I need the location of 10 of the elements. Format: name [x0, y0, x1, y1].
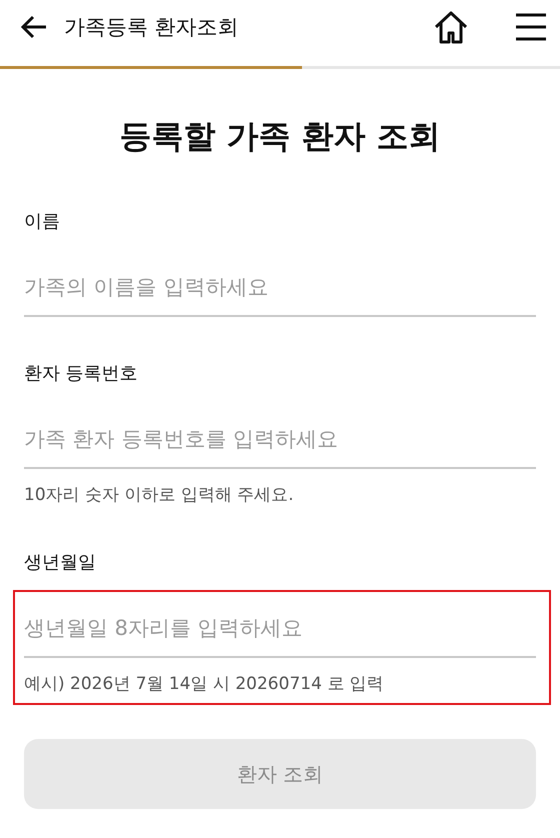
input-field[interactable]: 가족 환자 등록번호를 입력하세요: [24, 417, 536, 469]
heading: 등록할 가족 환자 조회: [118, 116, 442, 157]
field-label: 이름: [24, 210, 61, 233]
field-label: 생년월일: [24, 551, 97, 574]
page-title: 가족등록 환자조회: [64, 14, 240, 41]
field-label: 환자 등록번호: [24, 362, 139, 385]
hint-text: 10자리 숫자 이하로 입력해 주세요.: [24, 484, 295, 506]
input-field[interactable]: 생년월일 8자리를 입력하세요: [24, 606, 536, 658]
hint-text: 예시) 2026년 7월 14일 시 20260714 로 입력: [24, 673, 385, 695]
input-field[interactable]: 가족의 이름을 입력하세요: [24, 265, 536, 317]
